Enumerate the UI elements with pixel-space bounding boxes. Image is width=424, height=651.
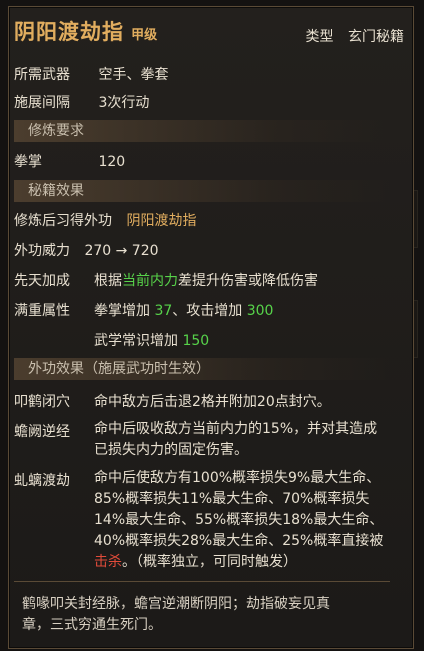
interval-label: 施展间隔 xyxy=(14,95,70,111)
interval-row: 施展间隔 3次行动 xyxy=(14,92,149,112)
type-value: 玄门秘籍 xyxy=(348,29,404,45)
effect-3-label: 虬螭渡劫 xyxy=(14,473,70,489)
effect-3-kill: 击杀 xyxy=(94,554,122,570)
effect-2-line: 命中后吸收敌方当前内力的15%，并对其造成 xyxy=(94,421,378,437)
innate-pre: 根据 xyxy=(94,273,122,289)
power-label: 外功威力 xyxy=(14,243,70,259)
effect-2-line: 已损失内力的固定伤害。 xyxy=(94,442,248,458)
full-row-1: 满重属性 拳掌增加 37、攻击增加 300 xyxy=(14,300,273,320)
skill-grade: 甲级 xyxy=(131,28,158,43)
effect-1-label: 叩鹤闭穴 xyxy=(14,394,70,410)
full-row-2: 武学常识增加 150 xyxy=(94,330,209,350)
weapon-row: 所需武器 空手、拳套 xyxy=(14,64,168,84)
skill-title: 阴阳渡劫指 xyxy=(14,20,124,44)
effect-3-line: 85%概率损失11%最大生命、70%概率损失 xyxy=(94,491,370,507)
skill-req-label: 拳掌 xyxy=(14,154,42,170)
innate-post: 差提升伤害或降低伤害 xyxy=(178,273,318,289)
innate-row: 先天加成 根据当前内力差提升伤害或降低伤害 xyxy=(14,270,318,290)
flavor-poem: 鹤喙叩关封经脉，蟾宫逆潮断阴阳；劫指破妄见真 章，三式穷通生死门。 xyxy=(22,594,392,636)
full-1-val2: 300 xyxy=(246,303,274,319)
effect-3-line: 命中后使敌方有100%概率损失9%最大生命、 xyxy=(94,470,381,486)
poem-line: 章，三式穷通生死门。 xyxy=(22,617,162,633)
learn-value: 阴阳渡劫指 xyxy=(126,213,197,229)
effect-3-line: 击杀。（概率独立，可同时触发） xyxy=(94,552,383,573)
learn-label: 修炼后习得外功 xyxy=(14,213,112,229)
interval-value: 3次行动 xyxy=(98,95,150,111)
power-row: 外功威力 270 → 720 xyxy=(14,240,159,260)
full-1-pre: 拳掌增加 xyxy=(94,303,155,319)
effect-2-text: 命中后吸收敌方当前内力的15%，并对其造成 已损失内力的固定伤害。 xyxy=(94,419,377,461)
full-1-val: 37 xyxy=(154,303,173,319)
section-requirements: 修炼要求 xyxy=(14,120,390,142)
innate-label: 先天加成 xyxy=(14,273,70,289)
innate-highlight: 当前内力 xyxy=(122,273,178,289)
full-label: 满重属性 xyxy=(14,303,70,319)
weapon-label: 所需武器 xyxy=(14,67,70,83)
section-effects: 秘籍效果 xyxy=(14,180,390,202)
section-external: 外功效果（施展武功时生效） xyxy=(14,358,390,380)
effect-3-text: 命中后使敌方有100%概率损失9%最大生命、 85%概率损失11%最大生命、70… xyxy=(94,468,383,573)
full-2-val: 150 xyxy=(182,333,210,349)
effect-3-tail: 。（概率独立，可同时触发） xyxy=(122,554,297,570)
learn-row: 修炼后习得外功 阴阳渡劫指 xyxy=(14,210,196,230)
type-row: 类型 玄门秘籍 xyxy=(306,26,404,46)
full-2-pre: 武学常识增加 xyxy=(94,333,183,349)
effect-1-text: 命中敌方后击退2格并附加20点封穴。 xyxy=(94,394,331,410)
poem-line: 鹤喙叩关封经脉，蟾宫逆潮断阴阳；劫指破妄见真 xyxy=(22,596,330,612)
effect-2-label-row: 蟾阙逆经 xyxy=(14,421,94,441)
power-value: 270 → 720 xyxy=(84,243,159,259)
weapon-value: 空手、拳套 xyxy=(98,67,169,83)
effect-3-line: 14%最大生命、55%概率损失18%最大生命、 xyxy=(94,512,384,528)
effect-3-label-row: 虬螭渡劫 xyxy=(14,470,94,490)
skill-req-value: 120 xyxy=(98,154,126,170)
type-label: 类型 xyxy=(305,29,334,45)
skill-req-row: 拳掌 120 xyxy=(14,151,125,171)
title-row: 阴阳渡劫指 甲级 xyxy=(14,16,157,46)
effect-1-row: 叩鹤闭穴 命中敌方后击退2格并附加20点封穴。 xyxy=(14,391,331,411)
full-1-mid: 、攻击增加 xyxy=(172,303,247,319)
effect-2-label: 蟾阙逆经 xyxy=(14,424,70,440)
divider xyxy=(14,581,390,582)
effect-3-line: 40%概率损失28%最大生命、25%概率直接被 xyxy=(94,533,384,549)
